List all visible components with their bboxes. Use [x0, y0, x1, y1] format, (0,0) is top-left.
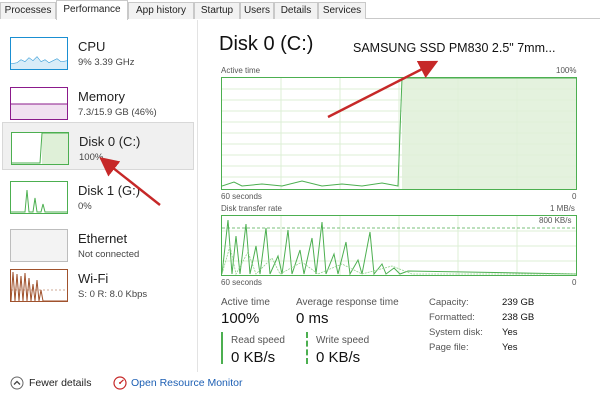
ethernet-thumbnail-graph — [10, 229, 68, 262]
sidebar-item-title: Wi-Fi — [78, 271, 109, 286]
active-time-graph — [221, 77, 577, 190]
tab-performance[interactable]: Performance — [56, 0, 128, 20]
capacity-value: 239 GB — [502, 297, 535, 308]
active-time-stat-label: Active time — [221, 297, 270, 308]
sidebar-item-subtitle: S: 0 R: 8.0 Kbps — [78, 289, 148, 300]
disk0-thumbnail-graph — [11, 132, 69, 165]
wifi-thumbnail-graph — [10, 269, 68, 302]
tab-startup[interactable]: Startup — [194, 2, 240, 19]
fewer-details-link[interactable]: Fewer details — [29, 377, 91, 389]
chevron-up-icon[interactable] — [10, 376, 24, 390]
transfer-rate-graph — [221, 215, 577, 276]
read-speed-label: Read speed — [231, 335, 285, 346]
sidebar-item-wifi[interactable]: Wi-Fi S: 0 R: 8.0 Kbps — [2, 260, 194, 308]
wifi-sparkline — [10, 271, 67, 302]
sidebar-item-disk-0[interactable]: Disk 0 (C:) 100% — [2, 122, 194, 170]
active-time-graph-canvas — [221, 77, 576, 189]
resource-sidebar: CPU 9% 3.39 GHz Memory 7.3/15.9 GB (46%)… — [0, 20, 198, 372]
sidebar-item-subtitle: 100% — [79, 152, 104, 163]
tab-services[interactable]: Services — [318, 2, 366, 19]
write-speed-label: Write speed — [316, 335, 370, 346]
system-disk-value: Yes — [502, 327, 518, 338]
formatted-value: 238 GB — [502, 312, 535, 323]
system-disk-label: System disk: — [429, 327, 483, 338]
transfer-rate-graph-canvas — [221, 216, 577, 276]
sidebar-item-title: Disk 0 (C:) — [79, 134, 141, 149]
active-time-max-label: 100% — [556, 66, 577, 75]
write-speed-box: Write speed 0 KB/s — [306, 332, 386, 366]
resource-monitor-icon[interactable] — [113, 376, 127, 390]
page-file-value: Yes — [502, 342, 518, 353]
sidebar-item-title: Memory — [78, 89, 125, 104]
open-resource-monitor-link[interactable]: Open Resource Monitor — [131, 377, 242, 389]
sidebar-item-memory[interactable]: Memory 7.3/15.9 GB (46%) — [2, 78, 194, 126]
sidebar-item-subtitle: 7.3/15.9 GB (46%) — [78, 107, 157, 118]
sidebar-item-title: CPU — [78, 39, 106, 54]
transfer-rate-graph-label: Disk transfer rate — [221, 204, 282, 213]
transfer-rate-span-label: 60 seconds — [221, 278, 262, 287]
sidebar-item-subtitle: Not connected — [78, 249, 140, 260]
active-time-span-label: 60 seconds — [221, 192, 262, 201]
page-title: Disk 0 (C:) — [219, 33, 314, 55]
disk0-sparkline — [12, 132, 68, 164]
read-speed-value: 0 KB/s — [231, 349, 276, 366]
memory-sparkline — [11, 103, 67, 119]
page-file-label: Page file: — [429, 342, 469, 353]
memory-thumbnail-graph — [10, 87, 68, 120]
tab-app-history[interactable]: App history — [128, 2, 194, 19]
cpu-thumbnail-graph — [10, 37, 68, 70]
transfer-rate-min-label: 0 — [572, 278, 577, 287]
tab-users[interactable]: Users — [240, 2, 274, 19]
active-time-min-label: 0 — [572, 192, 577, 201]
transfer-rate-mid-label: 800 KB/s — [539, 216, 572, 225]
formatted-label: Formatted: — [429, 312, 475, 323]
sidebar-item-subtitle: 9% 3.39 GHz — [78, 57, 135, 68]
tab-processes[interactable]: Processes — [0, 2, 56, 19]
disk-detail-panel: Disk 0 (C:) SAMSUNG SSD PM830 2.5" 7mm..… — [200, 20, 600, 372]
capacity-label: Capacity: — [429, 297, 469, 308]
read-speed-box: Read speed 0 KB/s — [221, 332, 301, 366]
disk-model-name: SAMSUNG SSD PM830 2.5" 7mm... — [353, 41, 556, 55]
cpu-sparkline — [10, 56, 68, 69]
transfer-rate-max-label: 1 MB/s — [550, 204, 575, 213]
sidebar-item-title: Ethernet — [78, 231, 128, 246]
write-speed-value: 0 KB/s — [316, 349, 361, 366]
sidebar-item-disk-1[interactable]: Disk 1 (G:) 0% — [2, 172, 194, 220]
disk1-sparkline — [11, 189, 67, 213]
sidebar-item-subtitle: 0% — [78, 201, 92, 212]
tab-details[interactable]: Details — [274, 2, 318, 19]
active-time-stat-value: 100% — [221, 310, 260, 327]
active-time-graph-label: Active time — [221, 66, 261, 75]
footer-bar: Fewer details Open Resource Monitor — [0, 372, 600, 400]
avg-response-stat-label: Average response time — [296, 297, 399, 308]
avg-response-stat-value: 0 ms — [296, 310, 329, 327]
tab-bar: Processes Performance App history Startu… — [0, 0, 600, 20]
disk1-thumbnail-graph — [10, 181, 68, 214]
sidebar-item-cpu[interactable]: CPU 9% 3.39 GHz — [2, 28, 194, 76]
sidebar-item-title: Disk 1 (G:) — [78, 183, 141, 198]
